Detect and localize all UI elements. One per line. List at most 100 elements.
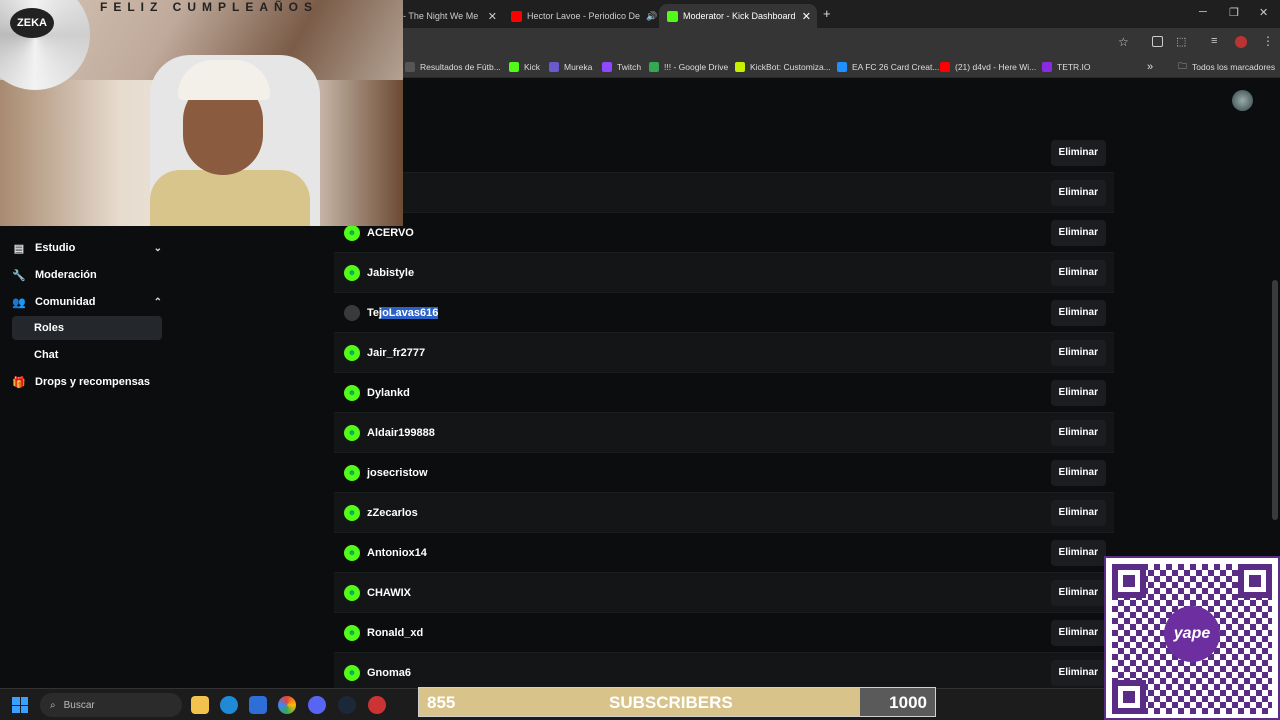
kickbot-icon — [735, 62, 745, 72]
profile-avatar[interactable] — [1235, 36, 1247, 48]
avatar: ☻ — [344, 344, 360, 361]
username: Antoniox14 — [367, 546, 427, 559]
all-bookmarks-folder[interactable]: 🗀 Todos los marcadores — [1178, 56, 1275, 78]
tab-title: - The Night We Me — [403, 11, 479, 21]
steam-icon[interactable] — [338, 696, 356, 714]
bookmark-tetrio[interactable]: TETR.IO — [1042, 56, 1091, 78]
close-icon[interactable]: ✕ — [796, 10, 817, 23]
username: Aldair199888 — [367, 426, 435, 439]
moderators-list: ell Eliminar Eliminar ☻ ACERVO Eliminar … — [334, 122, 1124, 688]
youtube-icon — [511, 10, 522, 22]
media-icon[interactable]: ≡ — [1211, 35, 1217, 47]
store-icon[interactable] — [249, 696, 267, 714]
speaker-icon[interactable]: 🔊 — [646, 11, 657, 22]
bookmark-resultados[interactable]: Resultados de Fútb... — [405, 56, 501, 78]
discord-icon[interactable] — [308, 696, 326, 714]
subscriber-label: SUBSCRIBERS — [609, 693, 733, 712]
bookmark-twitch[interactable]: Twitch — [602, 56, 641, 78]
kick-icon — [509, 62, 519, 72]
tab-kick-dashboard[interactable]: Moderator - Kick Dashboard ✕ — [659, 4, 817, 28]
webcam-overlay: ZEKA FELIZ CUMPLEAÑOS — [0, 0, 403, 226]
avatar: ☻ — [344, 424, 360, 441]
eliminar-button[interactable]: Eliminar — [1050, 459, 1106, 486]
username: Dylankd — [367, 386, 410, 399]
bookmark-kick[interactable]: Kick — [509, 56, 540, 78]
windows-start-icon[interactable] — [12, 697, 28, 713]
sidebar-item-label: Drops y recompensas — [35, 376, 150, 388]
restore-icon[interactable]: ❐ — [1229, 6, 1239, 19]
list-item: ☻ CHAWIX Eliminar — [334, 573, 1114, 613]
list-item: ☻ Jabistyle Eliminar — [334, 253, 1114, 293]
list-item: TejoLavas616 Eliminar — [334, 293, 1114, 333]
close-icon[interactable]: ✕ — [482, 10, 503, 23]
list-item: ☻ Gnoma6 Eliminar — [334, 653, 1114, 688]
more-bookmarks-icon[interactable]: » — [1147, 56, 1153, 78]
eliminar-button[interactable]: Eliminar — [1050, 299, 1106, 326]
search-icon: ⌕ — [50, 699, 56, 711]
sidebar-item-label: Chat — [34, 349, 59, 361]
bookmark-ea-fc[interactable]: EA FC 26 Card Creat... — [837, 56, 939, 78]
bookmark-mureka[interactable]: Mureka — [549, 56, 592, 78]
eliminar-button[interactable]: Eliminar — [1050, 659, 1106, 686]
file-explorer-icon[interactable] — [191, 696, 209, 714]
bookmark-kickbot[interactable]: KickBot: Customiza... — [735, 56, 831, 78]
bookmark-google-drive[interactable]: !!! - Google Drive — [649, 56, 728, 78]
eliminar-button[interactable]: Eliminar — [1050, 179, 1106, 206]
eliminar-button[interactable]: Eliminar — [1050, 579, 1106, 606]
bookmark-icon — [405, 62, 415, 72]
qr-finder — [1112, 564, 1146, 598]
username: Jair_fr2777 — [367, 346, 426, 359]
eliminar-button[interactable]: Eliminar — [1050, 219, 1106, 246]
eliminar-button[interactable]: Eliminar — [1050, 379, 1106, 406]
extensions-icon[interactable]: ⬚ — [1176, 35, 1186, 48]
avatar: ☻ — [344, 464, 360, 481]
sidebar-item-chat[interactable]: Chat — [12, 343, 162, 367]
wrench-icon: 🔧 — [12, 269, 26, 282]
yape-qr-code: yape — [1104, 556, 1280, 720]
sidebar-item-drops[interactable]: 🎁 Drops y recompensas — [12, 370, 162, 394]
bookmark-label: Mureka — [564, 62, 593, 72]
bookmark-d4vd[interactable]: (21) d4vd - Here Wi... — [940, 56, 1036, 78]
birthday-banner: FELIZ CUMPLEAÑOS — [100, 0, 318, 14]
tab-hector-lavoe[interactable]: Hector Lavoe - Periodico De 🔊 ✕ — [503, 4, 659, 28]
bookmark-label: Resultados de Fútb... — [420, 62, 501, 72]
eliminar-button[interactable]: Eliminar — [1050, 619, 1106, 646]
user-avatar[interactable] — [1232, 90, 1253, 111]
close-window-icon[interactable]: ✕ — [1259, 6, 1268, 19]
eliminar-button[interactable]: Eliminar — [1050, 339, 1106, 366]
app-icon[interactable] — [368, 696, 386, 714]
chrome-icon[interactable] — [278, 696, 296, 714]
bookmark-label: (21) d4vd - Here Wi... — [955, 62, 1037, 72]
eliminar-button[interactable]: Eliminar — [1050, 499, 1106, 526]
list-item: ☻ Ronald_xd Eliminar — [334, 613, 1114, 653]
tetrio-icon — [1042, 62, 1052, 72]
subscriber-goal: 1000 — [889, 693, 927, 712]
new-tab-button[interactable]: + — [823, 6, 831, 21]
bookmark-label: KickBot: Customiza... — [750, 62, 831, 72]
sidebar-item-moderacion[interactable]: 🔧 Moderación — [12, 263, 162, 287]
menu-icon[interactable]: ⋮ — [1262, 34, 1274, 48]
folder-icon: 🗀 — [1178, 61, 1188, 71]
screenshot-icon[interactable] — [1152, 36, 1163, 47]
eliminar-button[interactable]: Eliminar — [1050, 419, 1106, 446]
taskbar-search[interactable]: ⌕ Buscar — [40, 693, 182, 717]
edge-icon[interactable] — [220, 696, 238, 714]
google-drive-icon — [649, 62, 659, 72]
youtube-icon — [940, 62, 950, 72]
avatar: ☻ — [344, 664, 360, 681]
sidebar-item-comunidad[interactable]: 👥 Comunidad ⌃ — [12, 290, 162, 314]
bookmark-label: TETR.IO — [1057, 62, 1091, 72]
eliminar-button[interactable]: Eliminar — [1050, 139, 1106, 166]
list-item: ☻ zZecarlos Eliminar — [334, 493, 1114, 533]
eliminar-button[interactable]: Eliminar — [1050, 259, 1106, 286]
eliminar-button[interactable]: Eliminar — [1050, 539, 1106, 566]
subscriber-count: 855 — [427, 693, 456, 712]
star-icon[interactable]: ☆ — [1118, 35, 1129, 49]
sidebar-item-roles[interactable]: Roles — [12, 316, 162, 340]
scrollbar[interactable] — [1272, 280, 1278, 520]
minimize-icon[interactable]: ─ — [1199, 6, 1207, 18]
list-item: ☻ Jair_fr2777 Eliminar — [334, 333, 1114, 373]
sidebar-item-estudio[interactable]: ▤ Estudio ⌄ — [12, 236, 162, 260]
list-item: ☻ Dylankd Eliminar — [334, 373, 1114, 413]
tab-night-we-met[interactable]: - The Night We Me ✕ — [403, 4, 503, 28]
